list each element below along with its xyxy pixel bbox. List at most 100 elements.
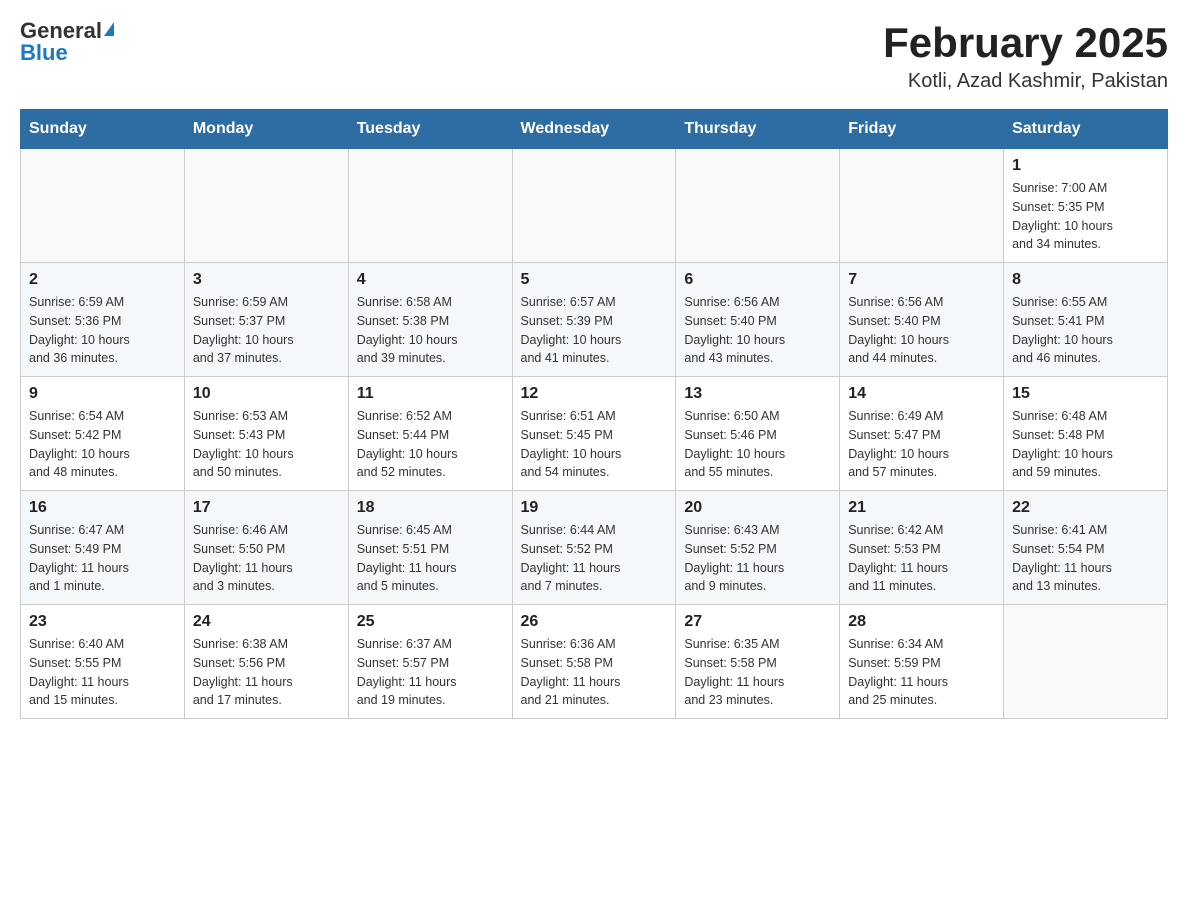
day-info: Sunrise: 6:52 AMSunset: 5:44 PMDaylight:…: [357, 407, 504, 482]
day-number: 15: [1012, 385, 1159, 403]
day-info: Sunrise: 6:55 AMSunset: 5:41 PMDaylight:…: [1012, 293, 1159, 368]
calendar-day-cell: 6 Sunrise: 6:56 AMSunset: 5:40 PMDaylight…: [676, 263, 840, 377]
calendar-day-cell: 17 Sunrise: 6:46 AMSunset: 5:50 PMDayligh…: [184, 491, 348, 605]
day-number: 26: [521, 613, 668, 631]
calendar-day-cell: 15 Sunrise: 6:48 AMSunset: 5:48 PMDayligh…: [1004, 377, 1168, 491]
day-info: Sunrise: 6:42 AMSunset: 5:53 PMDaylight:…: [848, 521, 995, 596]
calendar-day-cell: 1 Sunrise: 7:00 AMSunset: 5:35 PMDaylight…: [1004, 149, 1168, 263]
day-info: Sunrise: 6:54 AMSunset: 5:42 PMDaylight:…: [29, 407, 176, 482]
calendar-week-row: 2Sunrise: 6:59 AMSunset: 5:36 PMDaylight…: [21, 263, 1168, 377]
day-number: 21: [848, 499, 995, 517]
calendar-day-cell: 11 Sunrise: 6:52 AMSunset: 5:44 PMDayligh…: [348, 377, 512, 491]
day-info: Sunrise: 6:45 AMSunset: 5:51 PMDaylight:…: [357, 521, 504, 596]
calendar-week-row: 23 Sunrise: 6:40 AMSunset: 5:55 PMDayligh…: [21, 605, 1168, 719]
day-info: Sunrise: 6:46 AMSunset: 5:50 PMDaylight:…: [193, 521, 340, 596]
day-number: 10: [193, 385, 340, 403]
weekday-header-monday: Monday: [184, 110, 348, 149]
day-number: 9: [29, 385, 176, 403]
day-number: 22: [1012, 499, 1159, 517]
location-title: Kotli, Azad Kashmir, Pakistan: [883, 70, 1168, 93]
calendar-day-cell: 21 Sunrise: 6:42 AMSunset: 5:53 PMDayligh…: [840, 491, 1004, 605]
calendar-day-cell: 5 Sunrise: 6:57 AMSunset: 5:39 PMDaylight…: [512, 263, 676, 377]
calendar-day-cell: [676, 149, 840, 263]
day-number: 5: [521, 271, 668, 289]
calendar-day-cell: 23 Sunrise: 6:40 AMSunset: 5:55 PMDayligh…: [21, 605, 185, 719]
calendar-day-cell: 7 Sunrise: 6:56 AMSunset: 5:40 PMDaylight…: [840, 263, 1004, 377]
page-header: General Blue February 2025 Kotli, Azad K…: [20, 20, 1168, 93]
calendar-day-cell: 13 Sunrise: 6:50 AMSunset: 5:46 PMDayligh…: [676, 377, 840, 491]
day-info: Sunrise: 6:47 AMSunset: 5:49 PMDaylight:…: [29, 521, 176, 596]
calendar-week-row: 16 Sunrise: 6:47 AMSunset: 5:49 PMDayligh…: [21, 491, 1168, 605]
calendar-day-cell: 10 Sunrise: 6:53 AMSunset: 5:43 PMDayligh…: [184, 377, 348, 491]
day-number: 27: [684, 613, 831, 631]
day-number: 19: [521, 499, 668, 517]
day-number: 4: [357, 271, 504, 289]
day-number: 8: [1012, 271, 1159, 289]
day-number: 7: [848, 271, 995, 289]
logo-general-text: General: [20, 20, 102, 42]
day-number: 11: [357, 385, 504, 403]
day-info: Sunrise: 6:51 AMSunset: 5:45 PMDaylight:…: [521, 407, 668, 482]
day-info: Sunrise: 6:58 AMSunset: 5:38 PMDaylight:…: [357, 293, 504, 368]
day-number: 24: [193, 613, 340, 631]
day-info: Sunrise: 6:35 AMSunset: 5:58 PMDaylight:…: [684, 635, 831, 710]
weekday-header-sunday: Sunday: [21, 110, 185, 149]
day-number: 12: [521, 385, 668, 403]
calendar-day-cell: 12 Sunrise: 6:51 AMSunset: 5:45 PMDayligh…: [512, 377, 676, 491]
day-number: 14: [848, 385, 995, 403]
day-info: Sunrise: 6:56 AMSunset: 5:40 PMDaylight:…: [684, 293, 831, 368]
day-number: 3: [193, 271, 340, 289]
day-info: Sunrise: 6:56 AMSunset: 5:40 PMDaylight:…: [848, 293, 995, 368]
day-info: Sunrise: 6:53 AMSunset: 5:43 PMDaylight:…: [193, 407, 340, 482]
day-info: Sunrise: 6:37 AMSunset: 5:57 PMDaylight:…: [357, 635, 504, 710]
weekday-header-row: SundayMondayTuesdayWednesdayThursdayFrid…: [21, 110, 1168, 149]
calendar-day-cell: 8 Sunrise: 6:55 AMSunset: 5:41 PMDaylight…: [1004, 263, 1168, 377]
calendar-week-row: 1 Sunrise: 7:00 AMSunset: 5:35 PMDaylight…: [21, 149, 1168, 263]
calendar-day-cell: 22 Sunrise: 6:41 AMSunset: 5:54 PMDayligh…: [1004, 491, 1168, 605]
logo-triangle-icon: [104, 22, 114, 36]
calendar-day-cell: 18 Sunrise: 6:45 AMSunset: 5:51 PMDayligh…: [348, 491, 512, 605]
day-info: Sunrise: 6:40 AMSunset: 5:55 PMDaylight:…: [29, 635, 176, 710]
calendar-day-cell: 2Sunrise: 6:59 AMSunset: 5:36 PMDaylight…: [21, 263, 185, 377]
day-info: Sunrise: 6:57 AMSunset: 5:39 PMDaylight:…: [521, 293, 668, 368]
calendar-table: SundayMondayTuesdayWednesdayThursdayFrid…: [20, 109, 1168, 719]
calendar-day-cell: [184, 149, 348, 263]
day-number: 17: [193, 499, 340, 517]
calendar-day-cell: 9 Sunrise: 6:54 AMSunset: 5:42 PMDaylight…: [21, 377, 185, 491]
day-info: Sunrise: 6:49 AMSunset: 5:47 PMDaylight:…: [848, 407, 995, 482]
calendar-day-cell: 14 Sunrise: 6:49 AMSunset: 5:47 PMDayligh…: [840, 377, 1004, 491]
calendar-day-cell: [840, 149, 1004, 263]
calendar-day-cell: 24 Sunrise: 6:38 AMSunset: 5:56 PMDayligh…: [184, 605, 348, 719]
weekday-header-thursday: Thursday: [676, 110, 840, 149]
day-number: 6: [684, 271, 831, 289]
day-info: Sunrise: 6:44 AMSunset: 5:52 PMDaylight:…: [521, 521, 668, 596]
day-info: Sunrise: 6:48 AMSunset: 5:48 PMDaylight:…: [1012, 407, 1159, 482]
day-number: 25: [357, 613, 504, 631]
day-number: 23: [29, 613, 176, 631]
day-number: 16: [29, 499, 176, 517]
day-info: Sunrise: 6:50 AMSunset: 5:46 PMDaylight:…: [684, 407, 831, 482]
calendar-day-cell: 4 Sunrise: 6:58 AMSunset: 5:38 PMDaylight…: [348, 263, 512, 377]
day-number: 20: [684, 499, 831, 517]
day-info: Sunrise: 6:34 AMSunset: 5:59 PMDaylight:…: [848, 635, 995, 710]
day-info: Sunrise: 6:41 AMSunset: 5:54 PMDaylight:…: [1012, 521, 1159, 596]
calendar-day-cell: 27 Sunrise: 6:35 AMSunset: 5:58 PMDayligh…: [676, 605, 840, 719]
calendar-week-row: 9 Sunrise: 6:54 AMSunset: 5:42 PMDaylight…: [21, 377, 1168, 491]
calendar-day-cell: 19 Sunrise: 6:44 AMSunset: 5:52 PMDayligh…: [512, 491, 676, 605]
calendar-day-cell: [348, 149, 512, 263]
day-info: Sunrise: 7:00 AMSunset: 5:35 PMDaylight:…: [1012, 179, 1159, 254]
calendar-day-cell: 26 Sunrise: 6:36 AMSunset: 5:58 PMDayligh…: [512, 605, 676, 719]
calendar-day-cell: 25 Sunrise: 6:37 AMSunset: 5:57 PMDayligh…: [348, 605, 512, 719]
calendar-day-cell: [512, 149, 676, 263]
day-info: Sunrise: 6:36 AMSunset: 5:58 PMDaylight:…: [521, 635, 668, 710]
calendar-day-cell: [1004, 605, 1168, 719]
calendar-day-cell: [21, 149, 185, 263]
day-number: 1: [1012, 157, 1159, 175]
day-info: Sunrise: 6:38 AMSunset: 5:56 PMDaylight:…: [193, 635, 340, 710]
logo-blue-text: Blue: [20, 42, 68, 64]
calendar-day-cell: 28Sunrise: 6:34 AMSunset: 5:59 PMDayligh…: [840, 605, 1004, 719]
day-number: 18: [357, 499, 504, 517]
calendar-day-cell: 20Sunrise: 6:43 AMSunset: 5:52 PMDayligh…: [676, 491, 840, 605]
day-number: 13: [684, 385, 831, 403]
weekday-header-saturday: Saturday: [1004, 110, 1168, 149]
